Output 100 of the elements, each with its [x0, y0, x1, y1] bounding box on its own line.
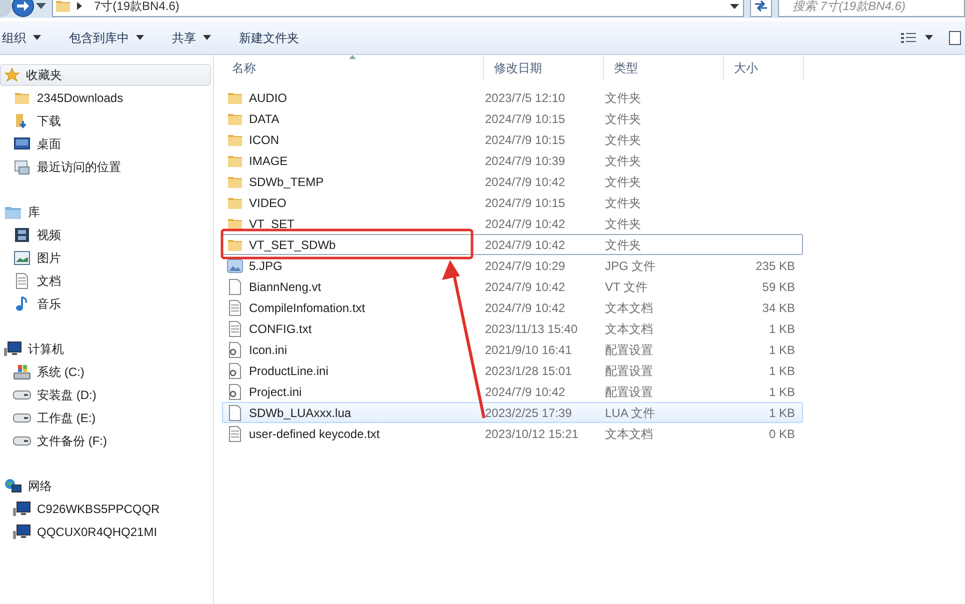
nav-item[interactable]: QQCUX0R4QHQ21MI — [0, 520, 211, 543]
file-row[interactable]: Icon.ini 2021/9/10 16:41 配置设置 1 KB — [222, 339, 803, 360]
caret-icon — [925, 35, 933, 40]
nav-item[interactable]: 最近访问的位置 — [0, 155, 211, 178]
dropdown-arrow-icon[interactable] — [36, 3, 46, 9]
file-row[interactable]: CONFIG.txt 2023/11/13 15:40 文本文档 1 KB — [222, 318, 803, 339]
arrow-right-icon — [17, 1, 29, 11]
view-options-icon[interactable] — [901, 32, 917, 44]
folder-icon — [227, 196, 243, 210]
modified-date: 2023/7/5 12:10 — [485, 90, 566, 106]
modified-date: 2024/7/9 10:42 — [485, 300, 566, 316]
text-file-icon — [15, 272, 29, 288]
folder-icon — [227, 238, 243, 252]
toolbar-button[interactable]: 组织 — [0, 26, 43, 50]
file-type: 文件夹 — [605, 194, 642, 212]
column-header[interactable]: 修改日期 — [484, 55, 604, 81]
file-row[interactable]: 5.JPG 2024/7/9 10:29 JPG 文件 235 KB — [222, 255, 803, 276]
nav-item[interactable]: 工作盘 (E:) — [0, 406, 211, 429]
nav-item[interactable]: 文档 — [0, 269, 211, 292]
folder-icon — [227, 112, 243, 126]
column-header[interactable]: 大小 — [724, 55, 804, 81]
caret-icon — [203, 35, 211, 40]
refresh-button[interactable] — [750, 0, 772, 17]
modified-date: 2024/7/9 10:42 — [485, 384, 566, 400]
file-name: AUDIO — [249, 90, 288, 106]
computer-icon — [4, 341, 22, 357]
modified-date: 2023/11/13 15:40 — [485, 320, 579, 338]
modified-date: 2024/7/9 10:42 — [485, 174, 566, 190]
file-size: 1 KB — [768, 384, 795, 400]
file-name: CompileInfomation.txt — [249, 300, 366, 316]
system-drive-icon — [13, 364, 31, 380]
file-type: 文本文档 — [605, 426, 654, 442]
file-name: Icon.ini — [249, 342, 288, 358]
address-field[interactable]: 7寸(19款BN4.6) — [52, 0, 744, 17]
folder-icon — [227, 154, 243, 168]
toolbar-button[interactable]: 新建文件夹 — [237, 26, 301, 50]
picture-icon — [14, 250, 30, 264]
nav-item[interactable]: 2345Downloads — [0, 86, 211, 109]
toolbar-button[interactable]: 共享 — [170, 26, 213, 50]
file-size: 235 KB — [754, 258, 795, 274]
file-row[interactable]: IMAGE 2024/7/9 10:39 文件夹 — [222, 150, 803, 171]
file-icon — [228, 404, 242, 420]
column-header[interactable]: 类型 — [604, 55, 724, 81]
toolbar-button[interactable]: 包含到库中 — [67, 26, 146, 50]
dropdown-arrow-icon[interactable] — [730, 4, 740, 8]
nav-item[interactable]: 下载 — [0, 109, 211, 132]
file-type: 文件夹 — [605, 152, 642, 170]
nav-item[interactable]: 系统 (C:) — [0, 360, 211, 383]
recent-places-icon — [14, 158, 30, 174]
nav-group-header[interactable]: 网络 — [0, 475, 211, 497]
file-type: 文本文档 — [605, 320, 654, 338]
file-row[interactable]: VIDEO 2024/7/9 10:15 文件夹 — [222, 192, 803, 213]
modified-date: 2024/7/9 10:15 — [485, 194, 566, 212]
nav-item[interactable]: 桌面 — [0, 132, 211, 155]
drive-icon — [13, 412, 31, 422]
file-row[interactable]: SDWb_TEMP 2024/7/9 10:42 文件夹 — [222, 171, 803, 192]
file-type: VT 文件 — [605, 278, 648, 296]
search-field[interactable]: 搜索 7寸(19款BN4.6) — [778, 0, 965, 17]
modified-date: 2023/10/12 15:21 — [485, 426, 580, 442]
file-row[interactable]: VT_SET_SDWb 2024/7/9 10:42 文件夹 — [222, 234, 803, 255]
nav-group-header[interactable]: 库 — [0, 201, 211, 223]
forward-button[interactable] — [12, 0, 34, 17]
modified-date: 2024/7/9 10:29 — [485, 258, 566, 274]
modified-date: 2024/7/9 10:42 — [485, 236, 566, 254]
file-row[interactable]: BiannNeng.vt 2024/7/9 10:42 VT 文件 59 KB — [222, 276, 803, 297]
file-icon — [228, 278, 242, 294]
file-row[interactable]: ICON 2024/7/9 10:15 文件夹 — [222, 129, 803, 150]
column-header[interactable]: 名称 — [222, 55, 484, 81]
file-row[interactable]: AUDIO 2023/7/5 12:10 文件夹 — [222, 87, 803, 108]
file-size: 1 KB — [768, 362, 795, 380]
file-row[interactable]: ProductLine.ini 2023/1/28 15:01 配置设置 1 KB — [222, 360, 803, 381]
nav-item[interactable]: 音乐 — [0, 292, 211, 315]
file-name: CONFIG.txt — [249, 320, 312, 338]
file-row[interactable]: Project.ini 2024/7/9 10:42 配置设置 1 KB — [222, 381, 803, 402]
star-icon — [4, 67, 20, 83]
nav-item[interactable]: 文件备份 (F:) — [0, 429, 211, 452]
nav-item[interactable]: C926WKBS5PPCQQR — [0, 497, 211, 520]
breadcrumb-text[interactable]: 7寸(19款BN4.6) — [94, 0, 180, 15]
nav-group-header[interactable]: 计算机 — [0, 338, 211, 360]
file-row[interactable]: user-defined keycode.txt 2023/10/12 15:21 文本文档 0 KB — [222, 423, 803, 444]
text-file-icon — [228, 320, 242, 336]
file-name: Project.ini — [249, 384, 302, 400]
modified-date: 2024/7/9 10:42 — [485, 278, 566, 296]
file-type: 配置设置 — [605, 342, 654, 358]
preview-pane-button[interactable] — [949, 30, 961, 44]
file-row[interactable]: CompileInfomation.txt 2024/7/9 10:42 文本文档 34 KB — [222, 297, 803, 318]
text-file-icon — [228, 300, 242, 316]
file-row[interactable]: DATA 2024/7/9 10:15 文件夹 — [222, 108, 803, 129]
file-type: 文件夹 — [605, 236, 642, 254]
file-type: 配置设置 — [605, 384, 654, 400]
folder-icon — [227, 90, 243, 104]
file-row[interactable]: SDWb_LUAxxx.lua 2023/2/25 17:39 LUA 文件 1 KB — [222, 402, 803, 423]
nav-item[interactable]: 视频 — [0, 223, 211, 246]
nav-item[interactable]: 安装盘 (D:) — [0, 383, 211, 406]
nav-item[interactable]: 图片 — [0, 246, 211, 269]
file-name: BiannNeng.vt — [249, 278, 322, 296]
file-name: user-defined keycode.txt — [249, 426, 380, 442]
nav-group-header[interactable]: 收藏夹 — [0, 64, 211, 86]
settings-file-icon — [228, 362, 242, 378]
modified-date: 2024/7/9 10:15 — [485, 132, 566, 148]
